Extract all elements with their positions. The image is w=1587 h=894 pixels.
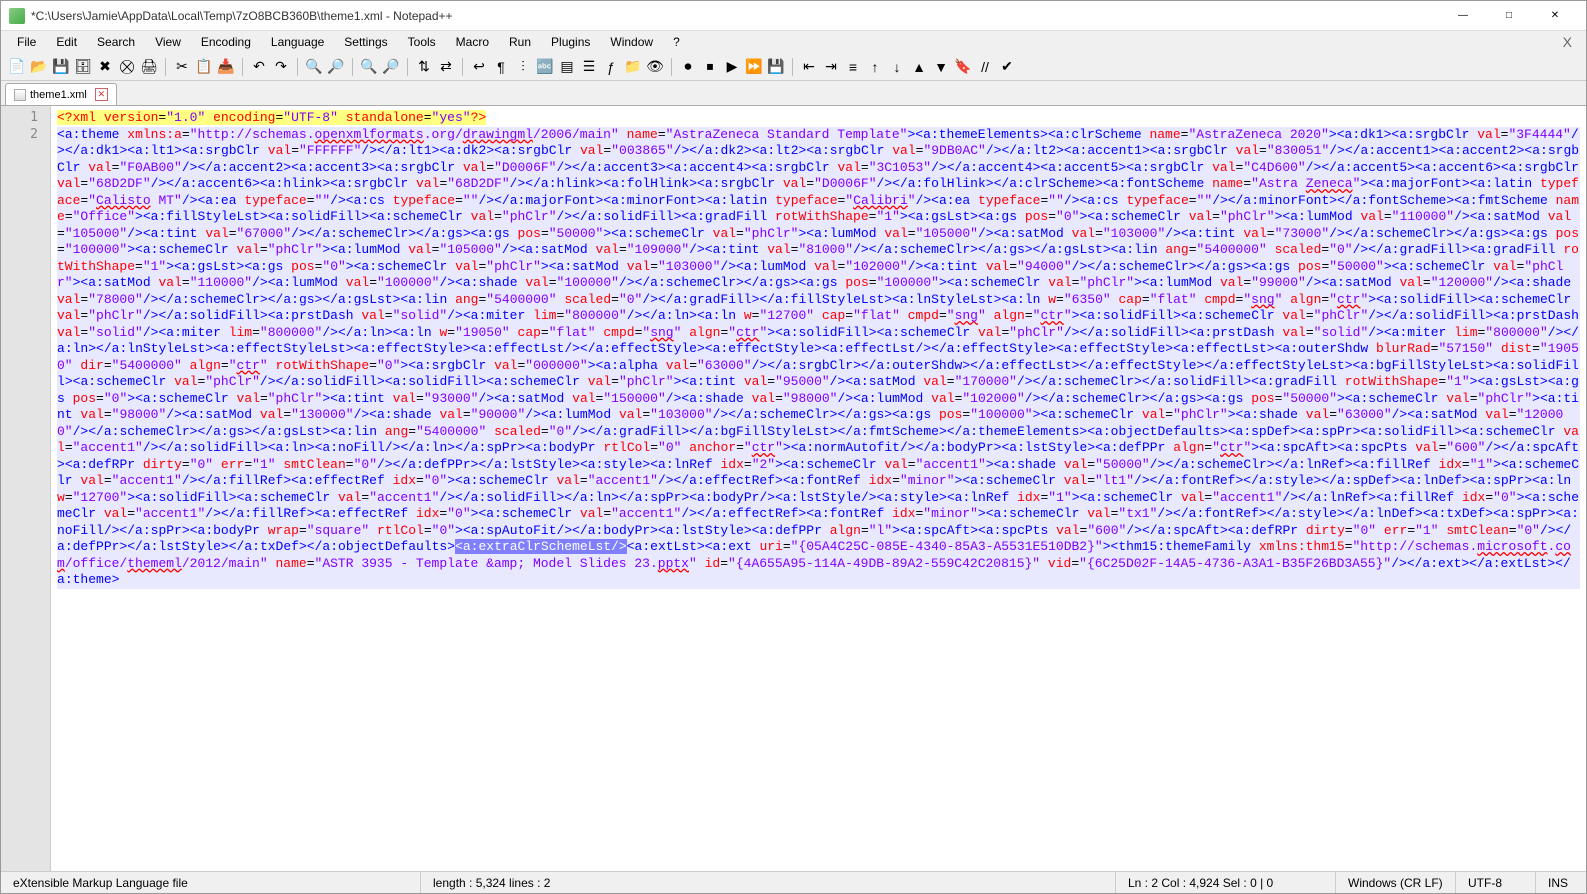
toolbar-separator: [352, 58, 353, 76]
status-bar: eXtensible Markup Language file length :…: [1, 871, 1586, 893]
indent-guide-button[interactable]: ⫶: [513, 57, 533, 77]
menu-search[interactable]: Search: [87, 33, 145, 51]
app-window: *C:\Users\Jamie\AppData\Local\Temp\7zO8B…: [0, 0, 1587, 894]
udf-button[interactable]: 🔤: [535, 57, 555, 77]
close-file-button[interactable]: ✖: [95, 57, 115, 77]
toolbar-separator: [407, 58, 408, 76]
menu-view[interactable]: View: [145, 33, 191, 51]
copy-button[interactable]: 📋: [194, 57, 214, 77]
save-all-button[interactable]: 🗄: [73, 57, 93, 77]
menu-[interactable]: ?: [663, 33, 690, 51]
sync-h-button[interactable]: ⇄: [436, 57, 456, 77]
status-length: length : 5,324 lines : 2: [421, 872, 1116, 893]
status-language: eXtensible Markup Language file: [1, 872, 421, 893]
toolbar-separator: [297, 58, 298, 76]
sync-v-button[interactable]: ⇅: [414, 57, 434, 77]
undo-button[interactable]: ↶: [249, 57, 269, 77]
stop-macro-button[interactable]: ⏹: [700, 57, 720, 77]
doc-map-button[interactable]: ▤: [557, 57, 577, 77]
window-title: *C:\Users\Jamie\AppData\Local\Temp\7zO8B…: [31, 9, 1440, 23]
minimize-button[interactable]: —: [1440, 1, 1486, 31]
up-button[interactable]: ▲: [909, 57, 929, 77]
redo-button[interactable]: ↷: [271, 57, 291, 77]
menubar-close-icon[interactable]: X: [1555, 34, 1580, 50]
menu-encoding[interactable]: Encoding: [191, 33, 261, 51]
menu-tools[interactable]: Tools: [398, 33, 446, 51]
print-button[interactable]: 🖨: [139, 57, 159, 77]
save-macro-button[interactable]: 💾: [766, 57, 786, 77]
app-icon: [9, 8, 25, 24]
play-macro-button[interactable]: ▶: [722, 57, 742, 77]
record-macro-button[interactable]: ⏺: [678, 57, 698, 77]
indent-b-button[interactable]: ⇥: [821, 57, 841, 77]
sort-asc-button[interactable]: ↑: [865, 57, 885, 77]
paste-button[interactable]: 📥: [216, 57, 236, 77]
toolbar-separator: [165, 58, 166, 76]
status-eol[interactable]: Windows (CR LF): [1336, 872, 1456, 893]
toolbar-separator: [792, 58, 793, 76]
status-encoding[interactable]: UTF-8: [1456, 872, 1536, 893]
monitor-button[interactable]: 👁: [645, 57, 665, 77]
menu-settings[interactable]: Settings: [334, 33, 397, 51]
tab-close-icon[interactable]: ✕: [95, 88, 108, 101]
line-number: 2: [1, 127, 50, 144]
new-file-button[interactable]: 📄: [7, 57, 27, 77]
sort-desc-button[interactable]: ↓: [887, 57, 907, 77]
outdent-b-button[interactable]: ⇤: [799, 57, 819, 77]
toolbar-separator: [242, 58, 243, 76]
code-area[interactable]: <?xml version="1.0" encoding="UTF-8" sta…: [51, 106, 1586, 871]
menu-window[interactable]: Window: [600, 33, 663, 51]
func-list-button[interactable]: ƒ: [601, 57, 621, 77]
file-tab[interactable]: theme1.xml ✕: [5, 83, 117, 105]
spellcheck-button[interactable]: ✔: [997, 57, 1017, 77]
status-position: Ln : 2 Col : 4,924 Sel : 0 | 0: [1116, 872, 1336, 893]
word-wrap-button[interactable]: ↩: [469, 57, 489, 77]
menu-plugins[interactable]: Plugins: [541, 33, 600, 51]
bookmark-button[interactable]: 🔖: [953, 57, 973, 77]
menubar: FileEditSearchViewEncodingLanguageSettin…: [1, 31, 1586, 53]
play-multi-button[interactable]: ⏩: [744, 57, 764, 77]
save-file-button[interactable]: 💾: [51, 57, 71, 77]
doc-list-button[interactable]: ☰: [579, 57, 599, 77]
zoom-out-button[interactable]: 🔎: [381, 57, 401, 77]
file-icon: [14, 89, 26, 101]
toolbar-separator: [462, 58, 463, 76]
cut-button[interactable]: ✂: [172, 57, 192, 77]
line-ops-button[interactable]: ≡: [843, 57, 863, 77]
close-button[interactable]: ✕: [1532, 1, 1578, 31]
replace-button[interactable]: 🔎: [326, 57, 346, 77]
toolbar-separator: [671, 58, 672, 76]
find-button[interactable]: 🔍: [304, 57, 324, 77]
menu-file[interactable]: File: [7, 33, 46, 51]
menu-language[interactable]: Language: [261, 33, 334, 51]
folder-button[interactable]: 📁: [623, 57, 643, 77]
maximize-button[interactable]: □: [1486, 1, 1532, 31]
editor: 12 <?xml version="1.0" encoding="UTF-8" …: [1, 105, 1586, 871]
menu-macro[interactable]: Macro: [446, 33, 499, 51]
line-number-gutter: 12: [1, 106, 51, 871]
toolbar: 📄📂💾🗄✖⛒🖨✂📋📥↶↷🔍🔎🔍🔎⇅⇄↩¶⫶🔤▤☰ƒ📁👁⏺⏹▶⏩💾⇤⇥≡↑↓▲▼🔖…: [1, 53, 1586, 81]
menu-edit[interactable]: Edit: [46, 33, 87, 51]
down-button[interactable]: ▼: [931, 57, 951, 77]
status-insert-mode[interactable]: INS: [1536, 872, 1586, 893]
tab-label: theme1.xml: [30, 89, 87, 101]
all-chars-button[interactable]: ¶: [491, 57, 511, 77]
titlebar: *C:\Users\Jamie\AppData\Local\Temp\7zO8B…: [1, 1, 1586, 31]
comment-button[interactable]: //: [975, 57, 995, 77]
zoom-in-button[interactable]: 🔍: [359, 57, 379, 77]
open-file-button[interactable]: 📂: [29, 57, 49, 77]
tab-bar: theme1.xml ✕: [1, 81, 1586, 105]
menu-run[interactable]: Run: [499, 33, 541, 51]
close-all-button[interactable]: ⛒: [117, 57, 137, 77]
line-number: 1: [1, 110, 50, 127]
